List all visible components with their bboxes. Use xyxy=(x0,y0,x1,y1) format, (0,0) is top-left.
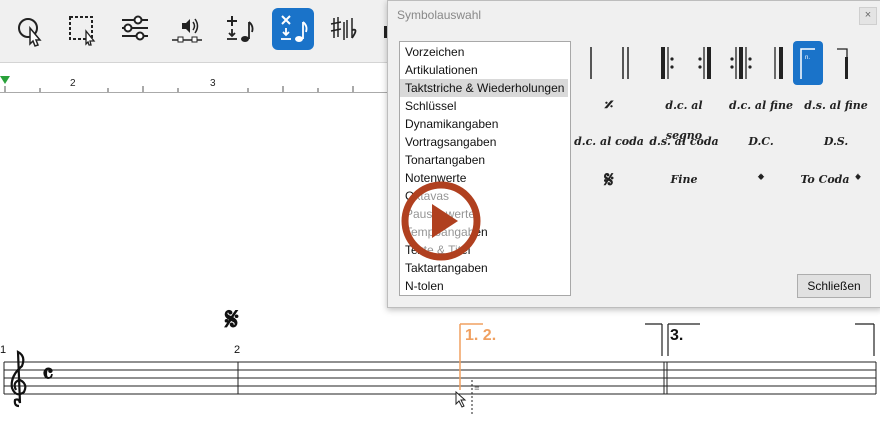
mixer-sliders-icon[interactable] xyxy=(114,8,156,50)
category-item[interactable]: N-tolen xyxy=(400,277,568,295)
treble-clef-icon[interactable] xyxy=(4,348,34,412)
symbol-ds[interactable]: D.S. xyxy=(801,127,871,157)
playback-speaker-icon[interactable] xyxy=(166,8,208,50)
segno-icon[interactable]: 𝄋 xyxy=(574,165,644,195)
measure-number-1: 1 xyxy=(0,344,7,356)
volta-label-1[interactable]: 1. 2. xyxy=(465,327,496,345)
category-item[interactable]: Vortragsangaben xyxy=(400,133,568,151)
simile-icon[interactable]: 𝄎 xyxy=(574,91,644,121)
category-item[interactable]: Schlüssel xyxy=(400,97,568,115)
ruler-ticks xyxy=(4,86,354,92)
symbol-ds-al-coda[interactable]: d.s. al coda xyxy=(649,127,719,157)
note-input-icon[interactable] xyxy=(218,8,260,50)
repeat-both-icon xyxy=(730,47,752,79)
to-coda-icon[interactable]: 𝄌 xyxy=(850,165,866,195)
score-area[interactable]: ≡ 𝄴 𝄋 1 2 1. 2. 3. xyxy=(0,300,880,440)
category-item[interactable]: Artikulationen xyxy=(400,61,568,79)
svg-text:≡: ≡ xyxy=(474,384,480,392)
repeat-end-icon xyxy=(698,47,711,79)
symbol-dc[interactable]: D.C. xyxy=(726,127,796,157)
symbol-dc-al-fine[interactable]: d.c. al fine xyxy=(726,91,796,121)
accidentals-icon[interactable] xyxy=(324,8,366,50)
note-input-active-icon[interactable] xyxy=(272,8,314,50)
symbol-to-coda[interactable]: To Coda xyxy=(796,165,854,195)
ruler-mark-2: 2 xyxy=(70,78,76,89)
category-item[interactable]: Vorzeichen xyxy=(400,43,568,61)
svg-text:n.: n. xyxy=(805,55,810,61)
volta-start-icon: n. xyxy=(793,41,823,85)
ruler-mark-3: 3 xyxy=(210,78,216,89)
symbol-ds-al-fine[interactable]: d.s. al fine xyxy=(801,91,871,121)
play-overlay-icon[interactable] xyxy=(400,180,482,262)
close-icon[interactable]: × xyxy=(859,7,877,25)
symbol-fine[interactable]: Fine xyxy=(649,165,719,195)
close-button[interactable]: Schließen xyxy=(797,274,871,298)
symbol-dc-al-coda[interactable]: d.c. al coda xyxy=(574,127,644,157)
measure-number-2: 2 xyxy=(234,344,241,356)
timeline-ruler[interactable]: 2 3 xyxy=(0,76,390,93)
barline-symbols: n. xyxy=(590,41,848,85)
barline-final-icon xyxy=(774,47,783,79)
coda-icon[interactable]: 𝄌 xyxy=(726,165,796,195)
barline-double-icon xyxy=(622,47,629,79)
select-pointer-icon[interactable] xyxy=(10,8,52,50)
segno-icon[interactable]: 𝄋 xyxy=(225,300,239,339)
category-item[interactable]: Dynamikangaben xyxy=(400,115,568,133)
category-item[interactable]: Tonartangaben xyxy=(400,151,568,169)
repeat-start-icon xyxy=(661,47,674,79)
volta-label-2[interactable]: 3. xyxy=(670,327,683,345)
symbol-dc-al-segno[interactable]: d.c. al segno xyxy=(649,91,719,142)
marquee-select-icon[interactable] xyxy=(62,8,104,50)
category-item-selected[interactable]: Taktstriche & Wiederholungen xyxy=(400,79,568,97)
common-time-icon[interactable]: 𝄴 xyxy=(42,360,54,391)
staff: ≡ xyxy=(3,323,877,416)
volta-end-icon xyxy=(837,48,848,79)
dialog-title: Symbolauswahl xyxy=(397,8,482,22)
